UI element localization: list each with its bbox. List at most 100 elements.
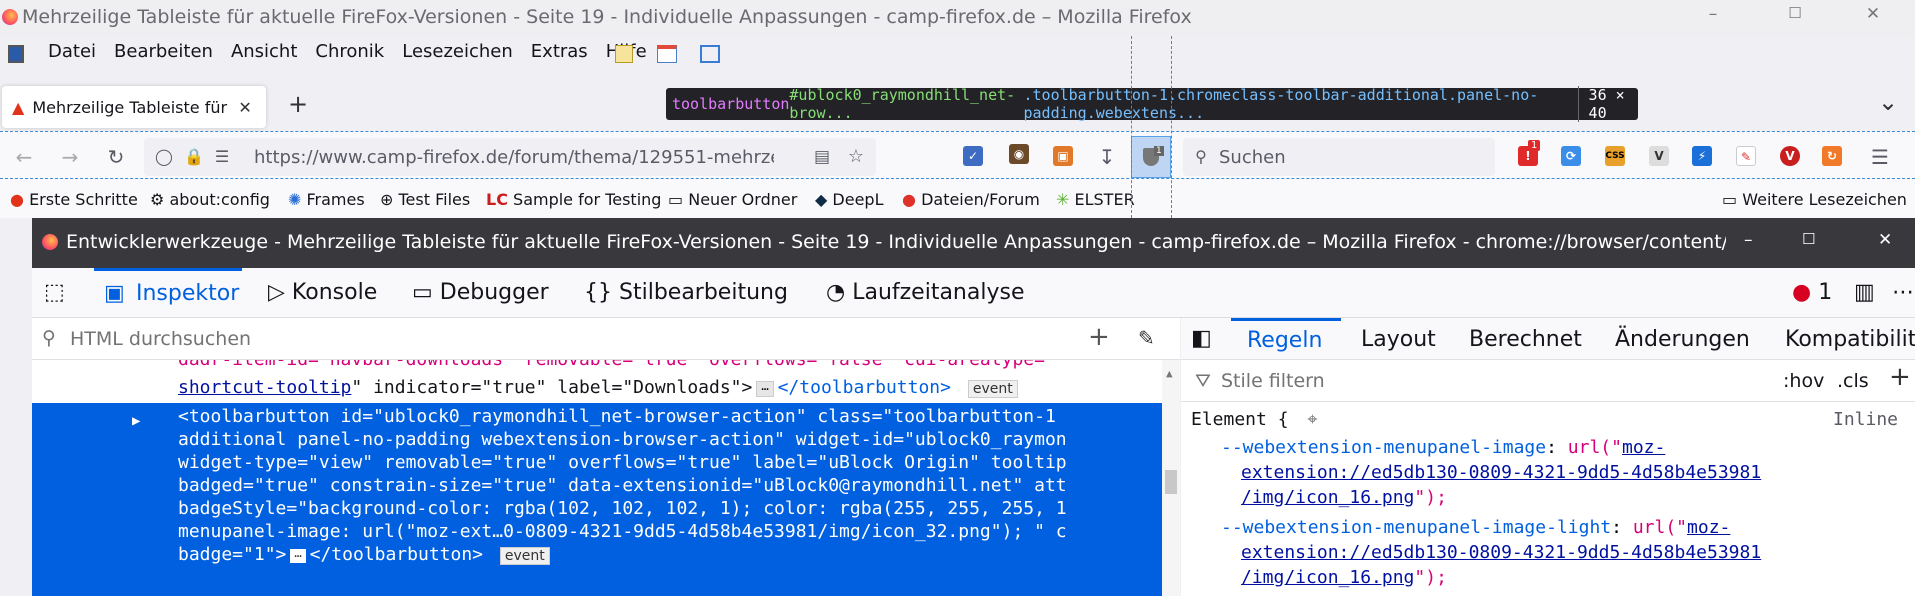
list-all-tabs-button[interactable]: ⌄	[1878, 88, 1898, 116]
cls-toggle[interactable]: .cls	[1837, 370, 1869, 392]
rule-property-2[interactable]: --webextension-menupanel-image-light: ur…	[1221, 514, 1730, 542]
notepad-icon[interactable]	[615, 45, 633, 63]
selected-node[interactable]: ▶ <toolbarbutton id="ublock0_raymondhill…	[32, 403, 1162, 596]
tab-active[interactable]: ▲ Mehrzeilige Tableiste für akt ✕	[2, 86, 266, 128]
event-badge[interactable]: event	[967, 380, 1018, 398]
tab-debugger[interactable]: ▭ Debugger	[412, 280, 549, 305]
tab-aenderungen[interactable]: Änderungen	[1615, 327, 1750, 352]
permissions-icon[interactable]: ☰	[210, 145, 234, 169]
rule-property-2-link[interactable]: extension://ed5db130-0809-4321-9dd5-4d58…	[1241, 539, 1761, 567]
reader-view-icon[interactable]: ▤	[810, 145, 834, 169]
tab-kompatibilitaet[interactable]: Kompatibilit	[1785, 327, 1915, 352]
rule-property-1[interactable]: --webextension-menupanel-image: url("moz…	[1221, 434, 1665, 462]
bookmark-erste-schritte[interactable]: ● Erste Schritte	[10, 190, 138, 209]
bookmark-about-config[interactable]: ⚙ about:config	[150, 190, 270, 209]
expand-arrow-icon[interactable]: ▶	[132, 407, 140, 435]
rule-source: Inline	[1833, 409, 1899, 430]
tab-layout[interactable]: Layout	[1361, 327, 1436, 352]
tab-berechnet[interactable]: Berechnet	[1469, 327, 1582, 352]
menu-ansicht[interactable]: Ansicht	[231, 41, 297, 62]
filter-styles-input[interactable]: Stile filtern	[1221, 370, 1325, 392]
rule-property-1-link[interactable]: extension://ed5db130-0809-4321-9dd5-4d58…	[1241, 459, 1761, 487]
extension-bolt-icon[interactable]: ⚡	[1692, 146, 1712, 166]
tab-laufzeitanalyse[interactable]: ◔ Laufzeitanalyse	[826, 280, 1025, 305]
bookmark-neuer-ordner[interactable]: ▭ Neuer Ordner	[668, 190, 797, 209]
back-arrow-icon[interactable]: ←	[12, 145, 36, 169]
menu-datei[interactable]: Datei	[48, 41, 96, 62]
menu-bearbeiten[interactable]: Bearbeiten	[114, 41, 213, 62]
window-copy-icon[interactable]	[700, 45, 720, 63]
bookmark-dateien-forum[interactable]: ● Dateien/Forum	[902, 190, 1040, 209]
url-text[interactable]: https://www.camp-firefox.de/forum/thema/…	[254, 147, 774, 168]
ublock-origin-button[interactable]: 1	[1131, 136, 1171, 178]
extension-edit-icon[interactable]: ✎	[1736, 146, 1756, 166]
extension-refresh-icon[interactable]: ↻	[1822, 146, 1842, 166]
search-icon: ⚲	[1195, 147, 1207, 166]
markup-scrollbar[interactable]: ▲	[1162, 360, 1180, 596]
extension-v-icon[interactable]: V	[1649, 146, 1669, 166]
bookmark-deepl[interactable]: ◆ DeepL	[815, 190, 883, 209]
menu-lesezeichen[interactable]: Lesezeichen	[402, 41, 513, 62]
lock-icon[interactable]: 🔒	[182, 145, 206, 169]
new-tab-button[interactable]: +	[288, 90, 308, 118]
url-bar[interactable]: ◯ 🔒 ☰ https://www.camp-firefox.de/forum/…	[144, 138, 876, 176]
extension-helmet-icon[interactable]: ◉	[1009, 144, 1029, 164]
add-node-icon[interactable]: +	[1088, 322, 1110, 352]
tab-inspektor[interactable]: ▣ Inspektor	[94, 268, 242, 318]
extension-container-icon[interactable]: ▣	[1053, 146, 1073, 166]
event-badge[interactable]: event	[499, 547, 550, 565]
eyedropper-icon[interactable]: ✎	[1138, 326, 1155, 350]
inspector-icon: ▣	[104, 281, 125, 306]
menu-chronik[interactable]: Chronik	[315, 41, 384, 62]
node-target-icon[interactable]: ⌖	[1307, 409, 1317, 430]
infobar-classes: .toolbarbutton-1.chromeclass-toolbar-add…	[1023, 86, 1539, 122]
element-picker-icon[interactable]: ⬚	[44, 280, 65, 305]
code-line-downloads[interactable]: shortcut-tooltip" indicator="true" label…	[178, 374, 1018, 403]
extension-sync-icon[interactable]: ⟳	[1561, 146, 1581, 166]
reload-icon[interactable]: ↻	[104, 145, 128, 169]
minimize-button[interactable]: –	[1690, 4, 1736, 32]
html-search[interactable]: ⚲ HTML durchsuchen + ✎	[32, 318, 1180, 360]
tab-regeln[interactable]: Regeln	[1231, 318, 1341, 360]
scroll-up-icon[interactable]: ▲	[1166, 360, 1173, 388]
bookmark-weitere-lesezeichen[interactable]: ▭ Weitere Lesezeichen	[1722, 190, 1907, 209]
infobar-tagname: toolbarbutton	[672, 95, 790, 113]
maximize-button[interactable]: ☐	[1772, 4, 1818, 32]
rule-property-1-end[interactable]: /img/icon_16.png");	[1241, 484, 1447, 512]
error-count[interactable]: ● 1	[1792, 280, 1832, 305]
extension-vivaldi-icon[interactable]: V	[1780, 146, 1800, 166]
tab-stilbearbeitung[interactable]: {} Stilbearbeitung	[584, 280, 788, 305]
hov-toggle[interactable]: :hov	[1783, 370, 1824, 392]
debugger-icon: ▭	[412, 280, 433, 305]
more-options-icon[interactable]: ⋯	[1892, 280, 1914, 305]
devtools-minimize-button[interactable]: –	[1744, 230, 1753, 250]
calendar-icon[interactable]	[657, 45, 677, 63]
rule-property-2-end[interactable]: /img/icon_16.png");	[1241, 564, 1447, 592]
devtools-close-button[interactable]: ✕	[1878, 230, 1892, 250]
toggle-sidebar-icon[interactable]: ◧	[1191, 326, 1212, 351]
devtools-maximize-button[interactable]: ☐	[1802, 230, 1815, 248]
downloads-icon[interactable]: ↧	[1095, 145, 1119, 169]
hamburger-menu-icon[interactable]: ☰	[1868, 145, 1892, 169]
app-icon	[8, 45, 24, 63]
extension-css-icon[interactable]: CSS	[1605, 146, 1625, 166]
dock-layout-icon[interactable]: ▥	[1854, 280, 1875, 305]
scroll-thumb[interactable]	[1165, 470, 1177, 494]
bookmark-elster[interactable]: ✳ ELSTER	[1056, 190, 1135, 209]
menu-extras[interactable]: Extras	[531, 41, 588, 62]
bookmark-test-files[interactable]: ⊕ Test Files	[380, 190, 470, 209]
bookmark-sample-for-testing[interactable]: LC Sample for Testing	[486, 190, 661, 209]
ellipsis-badge[interactable]: ⋯	[756, 381, 774, 397]
devtools-window-title: Entwicklerwerkzeuge - Mehrzeilige Tablei…	[66, 231, 1726, 253]
bookmark-frames[interactable]: ✺ Frames	[288, 190, 365, 209]
tab-close-icon[interactable]: ✕	[238, 98, 251, 117]
ellipsis-badge[interactable]: ⋯	[290, 549, 306, 563]
bookmark-star-icon[interactable]: ☆	[844, 145, 868, 169]
tab-konsole[interactable]: ▷ Konsole	[268, 280, 377, 305]
close-window-button[interactable]: ✕	[1850, 4, 1896, 32]
shield-icon[interactable]: ◯	[152, 145, 176, 169]
extension-check-icon[interactable]: ✓	[963, 146, 983, 166]
forward-arrow-icon[interactable]: →	[58, 145, 82, 169]
search-box[interactable]: ⚲ Suchen	[1183, 138, 1495, 176]
add-rule-icon[interactable]: +	[1889, 362, 1911, 392]
